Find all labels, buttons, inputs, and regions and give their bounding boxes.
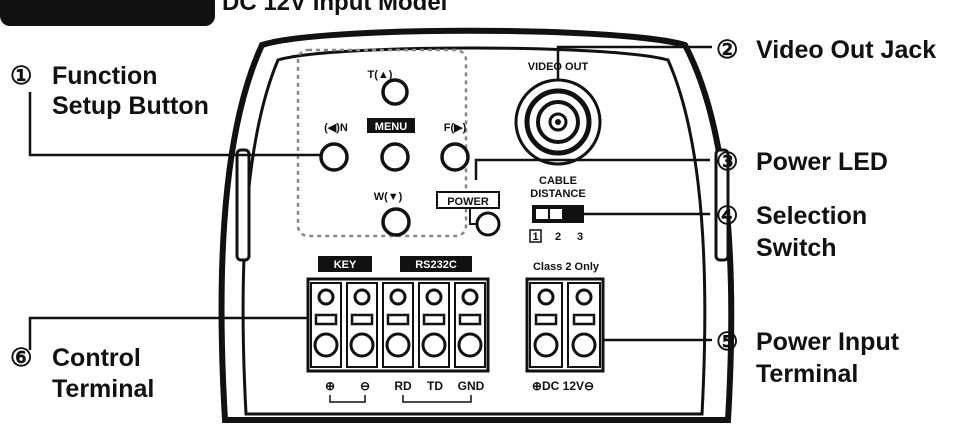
callout-1-line2: Setup Button	[52, 92, 209, 120]
callout-control-terminal: ⑥ Control Terminal	[10, 344, 154, 403]
control-pin-3: RD	[394, 379, 412, 393]
button-right[interactable]	[440, 142, 470, 172]
selection-switch[interactable]	[532, 205, 584, 223]
control-terminal-cell-5[interactable]	[454, 282, 486, 368]
callout-3-line1: Power LED	[756, 148, 888, 176]
button-menu-label: MENU	[375, 121, 407, 133]
switch-pos-2: 2	[555, 231, 561, 243]
key-label: KEY	[334, 259, 357, 271]
callout-power-led: ③ Power LED	[716, 148, 888, 176]
callout-1-line1: Function	[52, 62, 158, 90]
callout-5-number: ⑤	[716, 328, 738, 356]
callout-selection-switch: ④ Selection Switch	[716, 202, 867, 262]
callout-5-line2: Terminal	[756, 360, 858, 388]
callout-6-line1: Control	[52, 344, 141, 372]
power-label: POWER	[447, 196, 489, 208]
video-out-jack[interactable]	[514, 78, 602, 166]
callout-video-out-jack: ② Video Out Jack	[716, 36, 936, 64]
button-left-label: (◀)N	[324, 122, 348, 134]
callout-3-number: ③	[716, 148, 738, 176]
power-terminal-cell-1[interactable]	[529, 282, 563, 368]
power-terminal-cell-2[interactable]	[567, 282, 601, 368]
cable-label-line2: DISTANCE	[530, 188, 585, 200]
control-pin-4: TD	[427, 379, 443, 393]
control-terminal[interactable]	[306, 277, 490, 373]
control-terminal-cell-3[interactable]	[382, 282, 414, 368]
power-pin-label: ⊕DC 12V⊖	[532, 379, 594, 393]
callout-2-number: ②	[716, 36, 738, 64]
callout-6-line2: Terminal	[52, 375, 154, 403]
callout-2-line1: Video Out Jack	[756, 36, 936, 64]
callout-5-line1: Power Input	[756, 328, 900, 356]
callout-6-number: ⑥	[10, 344, 32, 372]
callout-1-number: ①	[10, 62, 32, 90]
button-left[interactable]	[319, 142, 349, 172]
switch-pos-1: 1	[532, 231, 538, 243]
header-title: DC 12V Input Model	[222, 0, 447, 16]
rs232-label: RS232C	[415, 259, 457, 271]
class-label: Class 2 Only	[533, 261, 600, 273]
control-terminal-cell-1[interactable]	[310, 282, 342, 368]
control-terminal-cell-4[interactable]	[418, 282, 450, 368]
switch-pos-3: 3	[577, 231, 583, 243]
button-down[interactable]	[381, 207, 411, 237]
control-pin-5: GND	[458, 379, 485, 393]
left-side-rib	[235, 148, 251, 262]
callout-4-number: ④	[716, 202, 738, 230]
button-down-label: W(▼)	[374, 191, 403, 203]
header-badge	[0, 0, 215, 26]
callout-4-line2: Switch	[756, 234, 837, 262]
callout-4-line1: Selection	[756, 202, 867, 230]
power-input-terminal[interactable]	[525, 277, 605, 373]
callout-power-input-terminal: ⑤ Power Input Terminal	[716, 328, 900, 388]
button-up[interactable]	[381, 78, 409, 106]
camera-rear-panel-diagram: DC 12V Input Model T(▲) (◀)N MENU F(▶) W…	[0, 0, 936, 423]
control-pin-1: ⊕	[325, 379, 335, 393]
cable-label-line1: CABLE	[539, 175, 577, 187]
control-terminal-cell-2[interactable]	[346, 282, 378, 368]
button-right-label: F(▶)	[444, 122, 467, 134]
callout-function-setup: ① Function Setup Button	[10, 62, 209, 120]
power-led	[475, 211, 501, 237]
control-pin-2: ⊖	[360, 379, 370, 393]
button-up-label: T(▲)	[368, 69, 393, 81]
button-menu[interactable]	[380, 142, 410, 172]
